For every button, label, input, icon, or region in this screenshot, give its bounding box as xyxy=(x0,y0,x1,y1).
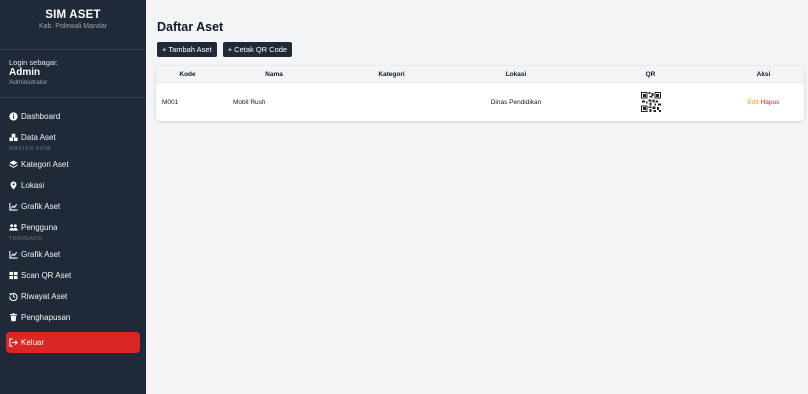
boxes-icon xyxy=(9,133,21,142)
header-aksi: Aksi xyxy=(756,70,771,78)
sidebar-item-grafik-aset-2[interactable]: Grafik Aset xyxy=(6,244,140,265)
header-nama: Nama xyxy=(265,70,283,78)
edit-link[interactable]: Edit xyxy=(748,99,759,106)
menu-section-master: MASTER DATA xyxy=(9,146,51,152)
brand: SIM ASET Kab. Polewali Mandar xyxy=(0,0,146,50)
sidebar-item-pengguna[interactable]: Pengguna xyxy=(6,217,140,238)
action-buttons: + Tambah Aset + Cetak QR Code xyxy=(157,42,808,57)
header-qr: QR xyxy=(645,70,656,78)
grid-icon xyxy=(9,271,21,280)
sidebar-item-label: Scan QR Aset xyxy=(21,271,72,280)
qr-code-icon xyxy=(640,92,661,112)
layers-icon xyxy=(9,160,21,169)
brand-title: SIM ASET xyxy=(45,9,101,21)
sidebar-item-label: Riwayat Aset xyxy=(21,292,68,301)
sidebar-item-label: Grafik Aset xyxy=(21,202,61,211)
trash-icon xyxy=(9,313,21,322)
sidebar-item-lokasi[interactable]: Lokasi xyxy=(6,175,140,196)
header-kategori: Kategori xyxy=(378,70,405,78)
sidebar-item-scan-qr[interactable]: Scan QR Aset xyxy=(6,265,140,286)
line-chart-icon xyxy=(9,250,21,259)
sidebar-item-data-aset[interactable]: Data Aset xyxy=(6,127,140,148)
info-circle-icon xyxy=(9,112,21,121)
table-header: Kode Nama Kategori Lokasi QR Aksi xyxy=(156,66,804,83)
sidebar-item-grafik-aset-1[interactable]: Grafik Aset xyxy=(6,196,140,217)
sidebar-item-label: Lokasi xyxy=(21,181,45,190)
cetak-qr-button[interactable]: + Cetak QR Code xyxy=(222,42,293,57)
sidebar-item-label: Grafik Aset xyxy=(21,250,61,259)
sidebar: SIM ASET Kab. Polewali Mandar Login seba… xyxy=(0,0,146,394)
sidebar-item-label: Penghapusan xyxy=(21,313,71,322)
header-kode: Kode xyxy=(179,70,196,78)
sidebar-item-label: Data Aset xyxy=(21,133,56,142)
hapus-link[interactable]: Hapus xyxy=(761,99,780,106)
main-content: Daftar Aset + Tambah Aset + Cetak QR Cod… xyxy=(146,0,808,57)
users-icon xyxy=(9,223,21,232)
sidebar-item-dashboard[interactable]: Dashboard xyxy=(6,106,140,127)
history-icon xyxy=(9,292,21,301)
line-chart-icon xyxy=(9,202,21,211)
cell-nama: Mobil Rush xyxy=(233,98,266,106)
cell-qr xyxy=(578,92,723,112)
sidebar-item-label: Keluar xyxy=(21,338,45,347)
sidebar-item-riwayat[interactable]: Riwayat Aset xyxy=(6,286,140,307)
sidebar-menu: Dashboard Data Aset MASTER DATA Kategori… xyxy=(0,98,146,353)
header-lokasi: Lokasi xyxy=(505,70,527,78)
sidebar-item-penghapusan[interactable]: Penghapusan xyxy=(6,307,140,328)
cell-kode: M001 xyxy=(162,98,179,106)
sidebar-item-kategori[interactable]: Kategori Aset xyxy=(6,154,140,175)
sidebar-item-label: Kategori Aset xyxy=(21,160,69,169)
sidebar-item-label: Dashboard xyxy=(21,112,61,121)
menu-section-transaksi: TRANSAKSI xyxy=(9,236,43,242)
table-row: M001 Mobil Rush Dinas Pendidikan Edit Ha… xyxy=(156,83,804,121)
brand-subtitle: Kab. Polewali Mandar xyxy=(38,23,108,30)
cell-lokasi: Dinas Pendidikan xyxy=(490,98,542,106)
aset-table: Kode Nama Kategori Lokasi QR Aksi M001 M… xyxy=(156,66,804,121)
login-name: Admin xyxy=(9,67,41,78)
login-label: Login sebagai: xyxy=(9,58,58,67)
login-info: Login sebagai: Admin Administrator xyxy=(0,50,146,98)
tambah-aset-button[interactable]: + Tambah Aset xyxy=(157,42,217,57)
logout-icon xyxy=(9,338,21,347)
sidebar-item-keluar[interactable]: Keluar xyxy=(6,332,140,353)
cell-aksi: Edit Hapus xyxy=(723,99,804,106)
map-pin-icon xyxy=(9,181,21,190)
sidebar-item-label: Pengguna xyxy=(21,223,58,232)
page-title: Daftar Aset xyxy=(157,20,224,34)
login-role: Administrator xyxy=(9,79,48,86)
